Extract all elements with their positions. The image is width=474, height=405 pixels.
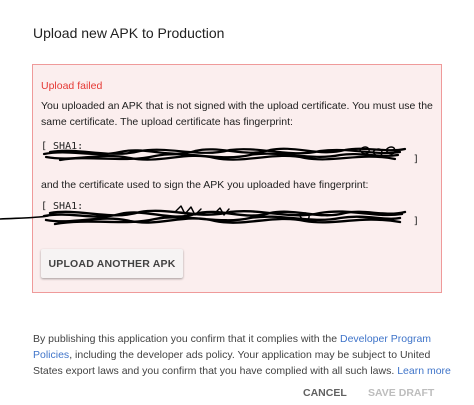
learn-more-link[interactable]: Learn more <box>397 365 451 377</box>
dialog-title: Upload new APK to Production <box>33 25 225 41</box>
developer-program-policies-link[interactable]: Developer Program <box>340 333 431 345</box>
upload-certificate-fingerprint-close: ] <box>413 154 420 165</box>
apk-certificate-fingerprint-close: ] <box>413 216 420 227</box>
error-message-line-1: You uploaded an APK that is not signed w… <box>41 100 433 112</box>
policy-text-3: States export laws and you confirm that … <box>33 365 398 377</box>
cancel-button[interactable]: CANCEL <box>303 387 347 399</box>
developer-program-policies-link-continued[interactable]: Policies <box>33 349 69 361</box>
upload-error-panel: Upload failed You uploaded an APK that i… <box>32 64 442 293</box>
policy-line-3: States export laws and you confirm that … <box>33 363 451 379</box>
policy-text-1: By publishing this application you confi… <box>33 333 340 345</box>
policy-text-2: , including the developer ads policy. Yo… <box>69 349 431 361</box>
policy-line-1: By publishing this application you confi… <box>33 331 443 347</box>
save-draft-button[interactable]: SAVE DRAFT <box>368 387 434 399</box>
upload-apk-dialog: Upload new APK to Production Upload fail… <box>0 0 474 405</box>
upload-another-apk-button[interactable]: UPLOAD ANOTHER APK <box>41 249 183 278</box>
error-message-line-3: and the certificate used to sign the APK… <box>41 179 369 191</box>
publishing-policy-notice: By publishing this application you confi… <box>33 331 451 379</box>
apk-certificate-fingerprint-prefix: [ SHA1: <box>41 201 84 212</box>
error-message-line-2: same certificate. The upload certificate… <box>41 116 293 128</box>
upload-certificate-fingerprint-prefix: [ SHA1: <box>41 141 84 152</box>
error-title: Upload failed <box>41 80 103 92</box>
policy-line-2: Policies, including the developer ads po… <box>33 347 443 363</box>
